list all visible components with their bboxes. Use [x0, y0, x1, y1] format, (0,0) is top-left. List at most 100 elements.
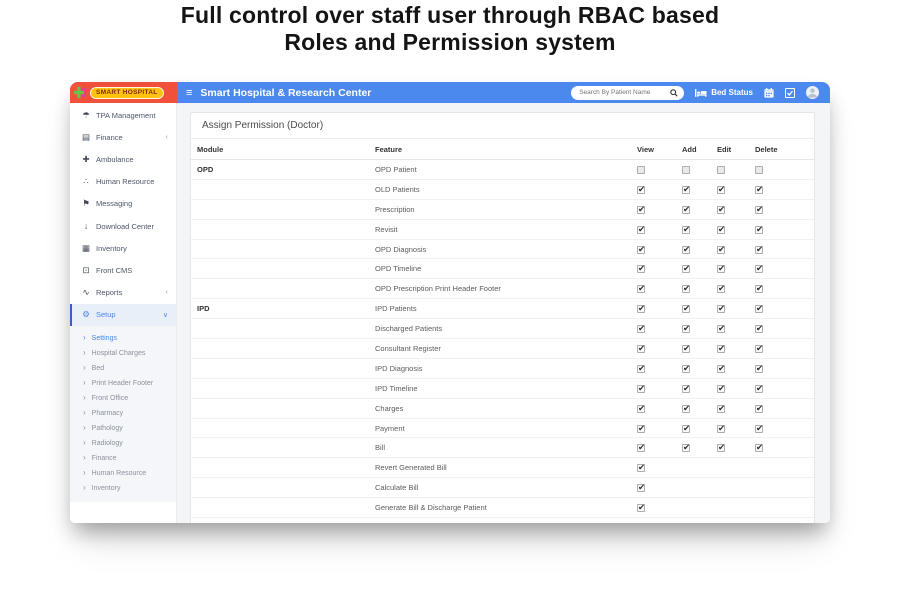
add-checkbox[interactable] [682, 345, 690, 353]
sidebar-item-human-resource[interactable]: ∴Human Resource [70, 171, 176, 193]
delete-checkbox[interactable] [755, 265, 763, 273]
bed-status-button[interactable]: Bed Status [695, 88, 753, 97]
delete-checkbox[interactable] [755, 246, 763, 254]
add-checkbox[interactable] [682, 305, 690, 313]
delete-checkbox[interactable] [755, 425, 763, 433]
add-checkbox[interactable] [682, 166, 690, 174]
chevron-right-icon: › [83, 349, 86, 357]
view-checkbox[interactable] [637, 504, 645, 512]
edit-checkbox[interactable] [717, 246, 725, 254]
edit-checkbox[interactable] [717, 325, 725, 333]
submenu-item-hospital-charges[interactable]: ›Hospital Charges [70, 346, 176, 361]
edit-checkbox[interactable] [717, 285, 725, 293]
delete-checkbox[interactable] [755, 444, 763, 452]
edit-checkbox[interactable] [717, 345, 725, 353]
delete-checkbox[interactable] [755, 365, 763, 373]
add-checkbox[interactable] [682, 186, 690, 194]
view-checkbox[interactable] [637, 365, 645, 373]
calendar-icon[interactable] [764, 88, 774, 98]
add-checkbox[interactable] [682, 405, 690, 413]
edit-checkbox[interactable] [717, 265, 725, 273]
sidebar-item-ambulance[interactable]: ✚Ambulance [70, 148, 176, 170]
edit-checkbox[interactable] [717, 425, 725, 433]
submenu-item-bed[interactable]: ›Bed [70, 361, 176, 376]
view-checkbox[interactable] [637, 464, 645, 472]
delete-checkbox[interactable] [755, 345, 763, 353]
sidebar-item-reports[interactable]: ∿Reports‹ [70, 282, 176, 304]
edit-checkbox[interactable] [717, 206, 725, 214]
edit-checkbox[interactable] [717, 226, 725, 234]
delete-checkbox[interactable] [755, 166, 763, 174]
submenu-item-finance[interactable]: ›Finance [70, 451, 176, 466]
submenu-item-radiology[interactable]: ›Radiology [70, 436, 176, 451]
delete-checkbox[interactable] [755, 285, 763, 293]
view-checkbox[interactable] [637, 265, 645, 273]
submenu-item-pharmacy[interactable]: ›Pharmacy [70, 406, 176, 421]
edit-checkbox[interactable] [717, 305, 725, 313]
edit-checkbox[interactable] [717, 365, 725, 373]
edit-checkbox[interactable] [717, 405, 725, 413]
view-checkbox[interactable] [637, 305, 645, 313]
tasks-icon[interactable] [785, 88, 795, 98]
view-checkbox[interactable] [637, 325, 645, 333]
delete-checkbox[interactable] [755, 385, 763, 393]
add-checkbox[interactable] [682, 226, 690, 234]
view-checkbox[interactable] [637, 206, 645, 214]
sidebar-item-download-center[interactable]: ↓Download Center [70, 215, 176, 237]
view-checkbox[interactable] [637, 246, 645, 254]
add-checkbox[interactable] [682, 444, 690, 452]
delete-checkbox[interactable] [755, 226, 763, 234]
appbar-actions: Bed Status [571, 86, 830, 100]
submenu-item-settings[interactable]: ›Settings [70, 331, 176, 346]
add-checkbox[interactable] [682, 206, 690, 214]
edit-checkbox[interactable] [717, 444, 725, 452]
view-checkbox[interactable] [637, 405, 645, 413]
delete-checkbox[interactable] [755, 405, 763, 413]
edit-checkbox[interactable] [717, 385, 725, 393]
add-checkbox[interactable] [682, 246, 690, 254]
sidebar-item-finance[interactable]: ▤Finance‹ [70, 126, 176, 148]
add-checkbox[interactable] [682, 425, 690, 433]
permission-cell-view [631, 219, 676, 239]
view-checkbox[interactable] [637, 226, 645, 234]
view-checkbox[interactable] [637, 285, 645, 293]
submenu-item-front-office[interactable]: ›Front Office [70, 391, 176, 406]
sidebar-item-tpa-management[interactable]: ☂TPA Management [70, 104, 176, 126]
delete-checkbox[interactable] [755, 206, 763, 214]
add-checkbox[interactable] [682, 385, 690, 393]
delete-checkbox[interactable] [755, 325, 763, 333]
app-logo[interactable]: SMART HOSPITAL [70, 82, 177, 103]
edit-checkbox[interactable] [717, 166, 725, 174]
menu-toggle-icon[interactable]: ≡ [186, 87, 192, 99]
view-checkbox[interactable] [637, 166, 645, 174]
sidebar-item-messaging[interactable]: ⚑Messaging [70, 193, 176, 215]
view-checkbox[interactable] [637, 444, 645, 452]
add-checkbox[interactable] [682, 325, 690, 333]
permission-cell-delete [749, 219, 814, 239]
user-avatar[interactable] [806, 86, 819, 99]
submenu-item-print-header-footer[interactable]: ›Print Header Footer [70, 376, 176, 391]
add-checkbox[interactable] [682, 285, 690, 293]
sidebar-menu: ☂TPA Management▤Finance‹✚Ambulance∴Human… [70, 104, 176, 326]
permission-cell-delete [749, 358, 814, 378]
sidebar-item-inventory[interactable]: ▦Inventory [70, 237, 176, 259]
add-checkbox[interactable] [682, 365, 690, 373]
view-checkbox[interactable] [637, 425, 645, 433]
sidebar-item-front-cms[interactable]: ⊡Front CMS [70, 259, 176, 281]
view-checkbox[interactable] [637, 186, 645, 194]
edit-checkbox[interactable] [717, 186, 725, 194]
search-icon[interactable] [670, 89, 678, 97]
permission-cell-view [631, 199, 676, 219]
submenu-item-inventory[interactable]: ›Inventory [70, 481, 176, 496]
submenu-item-human-resource[interactable]: ›Human Resource [70, 466, 176, 481]
submenu-item-pathology[interactable]: ›Pathology [70, 421, 176, 436]
delete-checkbox[interactable] [755, 186, 763, 194]
search-input[interactable] [577, 88, 667, 97]
view-checkbox[interactable] [637, 484, 645, 492]
add-checkbox[interactable] [682, 265, 690, 273]
delete-checkbox[interactable] [755, 305, 763, 313]
view-checkbox[interactable] [637, 345, 645, 353]
view-checkbox[interactable] [637, 385, 645, 393]
table-row: Prescription [191, 199, 814, 219]
sidebar-item-setup[interactable]: ⚙Setup∨ [70, 304, 176, 326]
